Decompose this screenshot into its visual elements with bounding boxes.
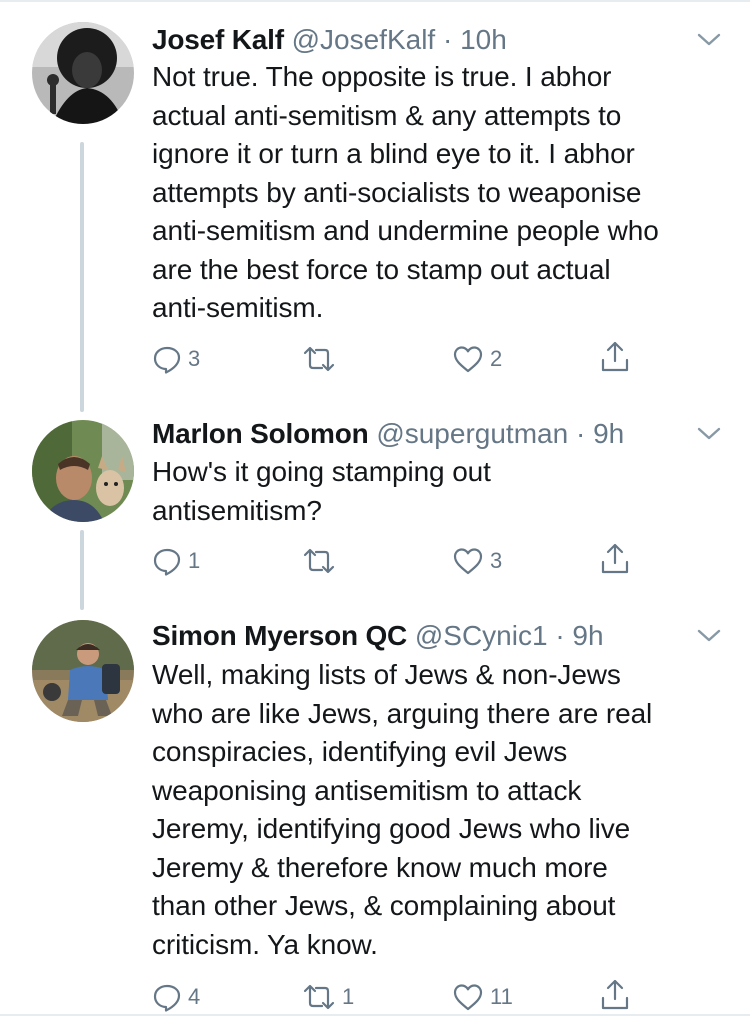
avatar[interactable] (32, 620, 134, 722)
reply-count: 3 (188, 346, 201, 371)
tweet-text-line: attempts by anti-socialists to weaponise (152, 176, 642, 208)
tweet-text-line: anti-semitism and undermine people who (152, 215, 659, 246)
tweet-text-line: than other Jews, & complaining about (152, 890, 616, 921)
display-name[interactable]: Marlon Solomon (152, 418, 369, 449)
user-handle[interactable]: @supergutman (376, 418, 568, 449)
like-count: 3 (490, 548, 503, 573)
timestamp[interactable]: 9h (572, 620, 603, 651)
share-icon (601, 543, 629, 574)
avatar-image (32, 420, 134, 522)
bottom-divider (0, 1014, 750, 1016)
separator-dot: · (555, 620, 565, 651)
share-button[interactable] (600, 340, 630, 374)
like-count: 2 (490, 346, 503, 371)
tweet-text-line: who are like Jews, arguing there are rea… (152, 697, 653, 729)
tweet-header: Simon Myerson QC @SCynic1 · 9h (152, 618, 690, 654)
retweet-button[interactable] (302, 544, 342, 578)
tweet-text-line: are the best force to stamp out actual (152, 253, 611, 285)
share-icon (601, 341, 629, 372)
display-name[interactable]: Josef Kalf (152, 24, 284, 55)
tweet-header: Marlon Solomon @supergutman · 9h (152, 416, 690, 452)
tweet-text-line: Jeremy & therefore know much more (152, 851, 608, 883)
tweet-text: How's it going stamping out antisemitism… (152, 453, 732, 530)
reply-button[interactable]: 4 (152, 980, 200, 1014)
tweet-text-line: actual anti-semitism & any attempts to (152, 99, 622, 131)
tweet-text-line: Not true. The opposite is true. I abhor (152, 61, 612, 92)
like-button[interactable]: 2 (452, 342, 502, 376)
tweet[interactable]: Marlon Solomon @supergutman · 9h How's i… (0, 400, 750, 600)
separator-dot: · (443, 24, 453, 55)
retweet-button[interactable]: 1 (302, 980, 354, 1014)
like-button[interactable]: 3 (452, 544, 502, 578)
tweet-text-line: antisemitism? (152, 494, 322, 526)
chevron-down-icon[interactable] (694, 626, 724, 646)
tweet-text: Not true. The opposite is true. I abhor … (152, 58, 732, 328)
tweet[interactable]: Simon Myerson QC @SCynic1 · 9h Well, mak… (0, 600, 750, 1024)
avatar-image (32, 22, 134, 124)
tweet[interactable]: Josef Kalf @JosefKalf · 10h Not true. Th… (0, 0, 750, 400)
heart-icon (453, 346, 483, 373)
tweet-text: Well, making lists of Jews & non-Jews wh… (152, 656, 732, 964)
avatar[interactable] (32, 420, 134, 522)
user-handle[interactable]: @SCynic1 (415, 620, 548, 651)
reply-icon (153, 548, 181, 576)
retweet-button[interactable] (302, 342, 342, 376)
tweet-text-line: How's it going stamping out (152, 456, 491, 487)
reply-button[interactable]: 3 (152, 342, 200, 376)
share-icon (601, 979, 629, 1010)
tweet-text-line: Well, making lists of Jews & non-Jews (152, 659, 621, 690)
timestamp[interactable]: 10h (460, 24, 507, 55)
like-count: 11 (490, 984, 513, 1009)
display-name[interactable]: Simon Myerson QC (152, 620, 407, 651)
tweet-text-line: anti-semitism. (152, 292, 324, 323)
retweet-icon (303, 984, 335, 1010)
heart-icon (453, 984, 483, 1011)
retweet-icon (303, 548, 335, 574)
chevron-down-icon[interactable] (694, 30, 724, 50)
reply-button[interactable]: 1 (152, 544, 200, 578)
tweet-text-line: conspiracies, identifying evil Jews (152, 736, 568, 767)
timestamp[interactable]: 9h (593, 418, 624, 449)
avatar-image (32, 620, 134, 722)
reply-count: 4 (188, 984, 201, 1009)
user-handle[interactable]: @JosefKalf (292, 24, 436, 55)
tweet-text-line: Jeremy, identifying good Jews who live (152, 813, 631, 844)
tweet-text-line: ignore it or turn a blind eye to it. I a… (152, 138, 635, 169)
retweet-count: 1 (342, 984, 355, 1009)
share-button[interactable] (600, 978, 630, 1012)
tweet-header: Josef Kalf @JosefKalf · 10h (152, 22, 690, 58)
reply-icon (153, 346, 181, 374)
heart-icon (453, 548, 483, 575)
separator-dot: · (575, 418, 586, 449)
retweet-icon (303, 346, 335, 372)
chevron-down-icon[interactable] (694, 424, 724, 444)
share-button[interactable] (600, 542, 630, 576)
avatar[interactable] (32, 22, 134, 124)
reply-icon (153, 984, 181, 1012)
like-button[interactable]: 11 (452, 980, 513, 1014)
tweet-text-line: criticism. Ya know. (152, 928, 378, 960)
reply-count: 1 (188, 548, 201, 573)
tweet-text-line: weaponising antisemitism to attack (152, 774, 582, 806)
